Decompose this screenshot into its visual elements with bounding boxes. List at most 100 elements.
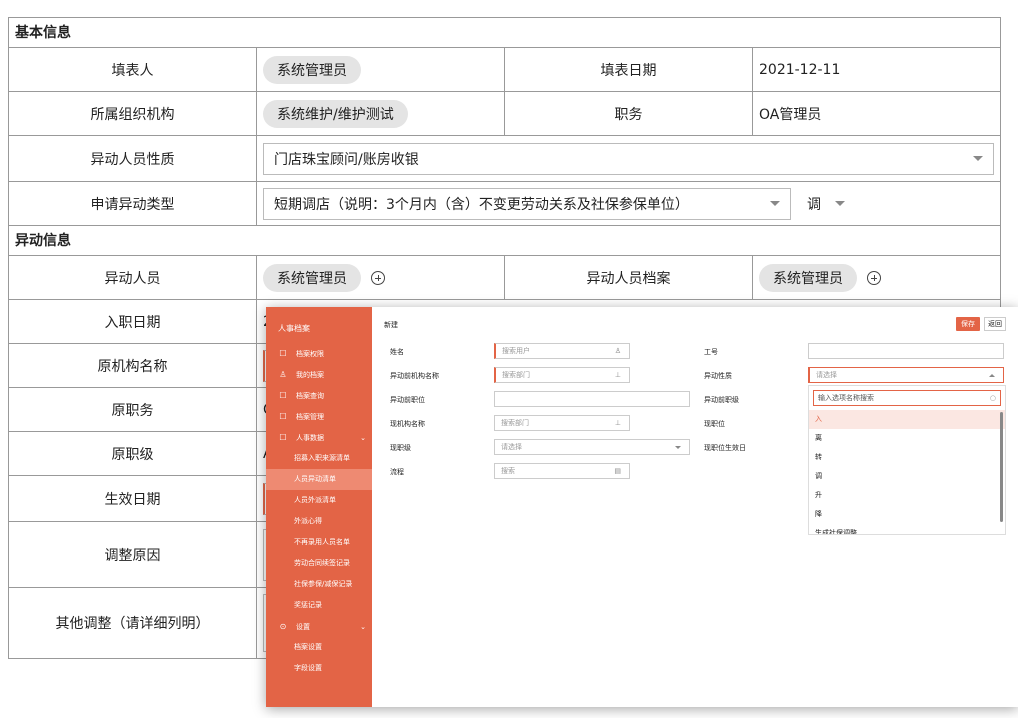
chevron-down-icon xyxy=(675,446,681,449)
date-label: 填表日期 xyxy=(505,48,753,91)
row-person: 异动人员 系统管理员 异动人员档案 系统管理员 xyxy=(9,255,1000,299)
sidebar-sub-item[interactable]: 社保参保/减保记录 xyxy=(266,574,372,595)
sidebar-item-0[interactable]: ☐ 档案权限 xyxy=(266,343,372,364)
chevron-down-icon xyxy=(770,201,780,206)
archive-search-icon: ☐ xyxy=(279,391,287,400)
person-label: 异动人员 xyxy=(9,256,257,299)
pre-org-input[interactable]: 搜索部门 ⊥ xyxy=(494,367,630,383)
orig-org-label: 原机构名称 xyxy=(9,344,257,387)
flow-input[interactable]: 搜索 ▤ xyxy=(494,463,630,479)
type-label: 申请异动类型 xyxy=(9,182,257,225)
type-select-value: 短期调店（说明：3个月内（含）不变更劳动关系及社保参保单位） xyxy=(274,196,689,213)
cur-org-input[interactable]: 搜索部门 ⊥ xyxy=(494,415,630,431)
sidebar-sub-item[interactable]: 劳动合同续签记录 xyxy=(266,553,372,574)
chevron-down-icon xyxy=(835,201,845,206)
name-label: 姓名 xyxy=(390,348,404,356)
cur-pos-label: 现职位 xyxy=(704,420,725,428)
sidebar-sub-item[interactable]: 字段设置 xyxy=(266,658,372,679)
orig-pos-label: 原职务 xyxy=(9,388,257,431)
sidebar-group-settings[interactable]: ⊙ 设置 ⌄ xyxy=(266,616,372,637)
sidebar-item-3[interactable]: ☐ 档案管理 xyxy=(266,406,372,427)
filler-chip[interactable]: 系统管理员 xyxy=(263,55,361,84)
type-select[interactable]: 短期调店（说明：3个月内（含）不变更劳动关系及社保参保单位） xyxy=(263,187,791,220)
person-chip[interactable]: 系统管理员 xyxy=(263,263,361,292)
position-value: OA管理员 xyxy=(759,106,822,123)
user-icon: ♙ xyxy=(614,347,621,355)
person-icon: ♙ xyxy=(279,370,287,379)
dropdown-option[interactable]: 转 xyxy=(809,448,1005,467)
dropdown-option[interactable]: 调 xyxy=(809,467,1005,486)
pre-pos-input[interactable] xyxy=(494,391,690,407)
dropdown-option[interactable]: 降 xyxy=(809,505,1005,524)
org-tree-icon: ⊥ xyxy=(614,419,621,427)
dropdown-option[interactable]: 离 xyxy=(809,429,1005,448)
section-transfer-info: 异动信息 xyxy=(9,225,1000,255)
nature-select-ov[interactable]: 请选择 xyxy=(808,367,1004,383)
org-label: 所属组织机构 xyxy=(9,92,257,135)
type-small-select[interactable]: 调 xyxy=(807,194,845,214)
overlay-window: 人事档案 ☐ 档案权限 ♙ 我的档案 ☐ 档案查询 ☐ 档案管理 ☐ 人事数据 ⌄ 招募入职来源清单人… xyxy=(266,307,1018,707)
dropdown-scrollbar[interactable] xyxy=(1000,412,1003,522)
archive-label: 异动人员档案 xyxy=(505,256,753,299)
empno-input[interactable] xyxy=(808,343,1004,359)
sidebar-item-label: 我的档案 xyxy=(296,370,324,379)
effective-label: 生效日期 xyxy=(9,476,257,521)
settings-icon: ⊙ xyxy=(279,622,287,631)
document-icon: ▤ xyxy=(614,467,621,475)
nature-select-value: 门店珠宝顾问/账房收银 xyxy=(274,151,419,168)
orig-level-label: 原职级 xyxy=(9,432,257,475)
type-small-value: 调 xyxy=(807,196,821,213)
org-chip[interactable]: 系统维护/维护测试 xyxy=(263,99,408,128)
sidebar-sub-item[interactable]: 招募入职来源清单 xyxy=(266,448,372,469)
sidebar-sub-item[interactable]: 外派心得 xyxy=(266,511,372,532)
nature-dropdown: 输入选项名称搜索 ○ 入离转调升降生成社保调整 xyxy=(808,385,1006,535)
pre-org-label: 异动前机构名称 xyxy=(390,372,439,380)
position-label: 职务 xyxy=(505,92,753,135)
sidebar-group-label: 设置 xyxy=(296,622,310,631)
nature-label: 异动人员性质 xyxy=(9,136,257,181)
filler-label: 填表人 xyxy=(9,48,257,91)
sidebar-sub-item[interactable]: 奖惩记录 xyxy=(266,595,372,616)
hire-label: 入职日期 xyxy=(9,300,257,343)
flow-label: 流程 xyxy=(390,468,404,476)
chevron-down-icon: ⌄ xyxy=(360,433,366,442)
archive-permission-icon: ☐ xyxy=(279,349,287,358)
search-icon: ○ xyxy=(989,394,996,402)
row-filler: 填表人 系统管理员 填表日期 2021-12-11 xyxy=(9,47,1000,91)
sidebar-item-2[interactable]: ☐ 档案查询 xyxy=(266,385,372,406)
archive-manage-icon: ☐ xyxy=(279,412,287,421)
row-nature: 异动人员性质 门店珠宝顾问/账房收银 xyxy=(9,135,1000,181)
new-record-panel: 新建 保存 返回 姓名 搜索用户 ♙ 工号 异动前机构名称 搜索部门 ⊥ 异动性… xyxy=(372,307,1018,707)
name-input[interactable]: 搜索用户 ♙ xyxy=(494,343,630,359)
add-person-icon[interactable] xyxy=(371,270,385,285)
dropdown-option[interactable]: 入 xyxy=(809,410,1005,429)
sidebar-sub-item[interactable]: 档案设置 xyxy=(266,637,372,658)
cur-org-label: 现机构名称 xyxy=(390,420,425,428)
sidebar-item-1[interactable]: ♙ 我的档案 xyxy=(266,364,372,385)
sidebar-sub-item[interactable]: 不再录用人员名单 xyxy=(266,532,372,553)
date-value: 2021-12-11 xyxy=(759,61,841,78)
sidebar-sub-item[interactable]: 人员异动清单 xyxy=(266,469,372,490)
sidebar-sub-item[interactable]: 人员外派清单 xyxy=(266,490,372,511)
dropdown-search-input[interactable]: 输入选项名称搜索 ○ xyxy=(813,390,1001,406)
sidebar-item-label: 档案管理 xyxy=(296,412,324,421)
section-basic-info: 基本信息 xyxy=(9,17,1000,47)
dropdown-option[interactable]: 升 xyxy=(809,486,1005,505)
chevron-down-icon xyxy=(973,156,983,161)
archive-chip[interactable]: 系统管理员 xyxy=(759,263,857,292)
add-archive-icon[interactable] xyxy=(867,270,881,285)
dropdown-option[interactable]: 生成社保调整 xyxy=(809,524,1005,534)
calendar-icon: ☐ xyxy=(279,433,287,442)
sidebar-group-label: 人事数据 xyxy=(296,433,324,442)
cur-level-label: 现职级 xyxy=(390,444,411,452)
nature-select[interactable]: 门店珠宝顾问/账房收银 xyxy=(263,142,994,175)
cur-level-select[interactable]: 请选择 xyxy=(494,439,690,455)
other-label: 其他调整（请详细列明） xyxy=(9,588,257,658)
pre-pos-label: 异动前职位 xyxy=(390,396,425,404)
sidebar-group-hr-data[interactable]: ☐ 人事数据 ⌄ xyxy=(266,427,372,448)
row-type: 申请异动类型 短期调店（说明：3个月内（含）不变更劳动关系及社保参保单位） 调 xyxy=(9,181,1000,225)
nature-label-ov: 异动性质 xyxy=(704,372,732,380)
save-button[interactable]: 保存 xyxy=(956,317,980,331)
chevron-up-icon xyxy=(989,374,995,377)
back-button[interactable]: 返回 xyxy=(984,317,1006,331)
